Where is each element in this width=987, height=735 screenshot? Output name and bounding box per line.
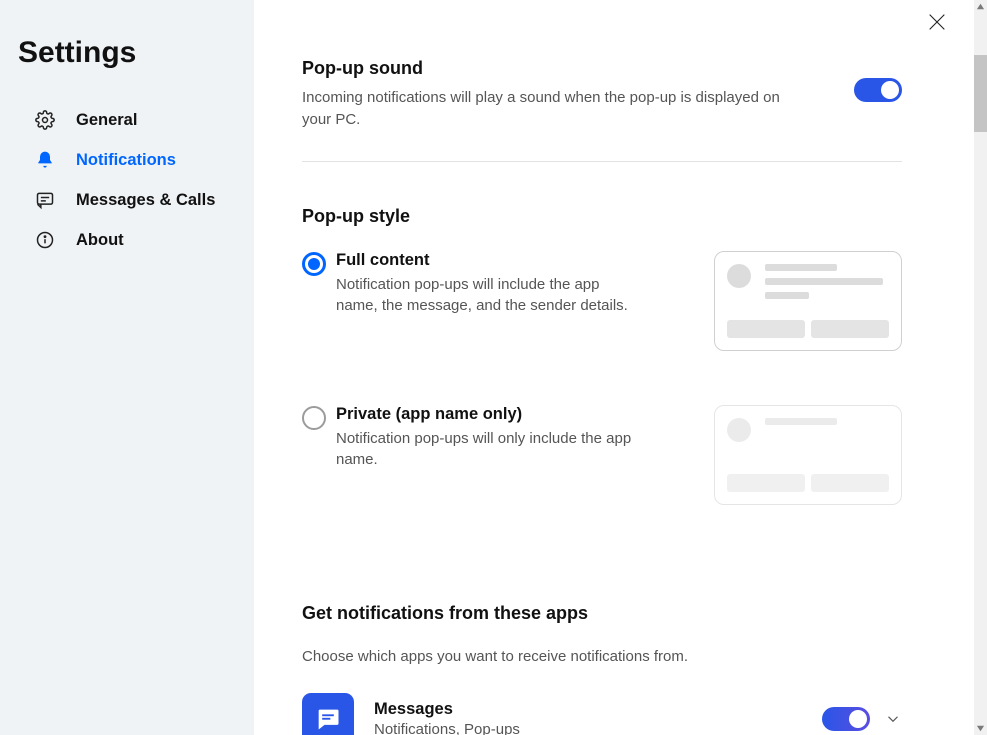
main-content: Pop-up sound Incoming notifications will… (254, 0, 974, 735)
sidebar-item-label: About (76, 231, 124, 250)
app-sub: Notifications, Pop-ups (374, 721, 822, 735)
sidebar-item-general[interactable]: General (0, 100, 254, 140)
sidebar: Settings General Notifications Messages … (0, 0, 254, 735)
apps-section-title: Get notifications from these apps (302, 603, 902, 624)
sidebar-item-label: General (76, 111, 137, 130)
app-name: Messages (374, 700, 822, 719)
radio-private[interactable] (302, 406, 326, 430)
caret-up-icon (976, 2, 985, 11)
popup-sound-title: Pop-up sound (302, 58, 784, 79)
radio-desc: Notification pop-ups will only include t… (336, 428, 636, 472)
chevron-down-icon (884, 710, 902, 728)
apps-section-desc: Choose which apps you want to receive no… (302, 648, 902, 665)
sidebar-item-messages-calls[interactable]: Messages & Calls (0, 180, 254, 220)
info-icon (34, 229, 56, 251)
close-icon (926, 11, 948, 33)
popup-style-option-full: Full content Notification pop-ups will i… (302, 251, 902, 351)
popup-sound-row: Pop-up sound Incoming notifications will… (302, 0, 902, 162)
radio-title: Private (app name only) (336, 405, 636, 424)
preview-full-content (714, 251, 902, 351)
radio-title: Full content (336, 251, 636, 270)
close-button[interactable] (926, 11, 948, 33)
popup-style-section: Pop-up style Full content Notification p… (302, 162, 902, 505)
sidebar-item-notifications[interactable]: Notifications (0, 140, 254, 180)
sidebar-item-label: Notifications (76, 151, 176, 170)
popup-sound-toggle[interactable] (854, 78, 902, 102)
chat-icon (34, 189, 56, 211)
radio-full-content[interactable] (302, 252, 326, 276)
scroll-down-button[interactable] (974, 722, 987, 735)
expand-app-button[interactable] (884, 710, 902, 728)
popup-style-title: Pop-up style (302, 206, 902, 227)
messages-app-icon (302, 693, 354, 735)
scroll-up-button[interactable] (974, 0, 987, 13)
caret-down-icon (976, 724, 985, 733)
scrollbar-thumb[interactable] (974, 55, 987, 132)
vertical-scrollbar[interactable] (974, 0, 987, 735)
preview-private (714, 405, 902, 505)
popup-sound-desc: Incoming notifications will play a sound… (302, 87, 784, 131)
sidebar-item-label: Messages & Calls (76, 191, 215, 210)
apps-section: Get notifications from these apps Choose… (302, 559, 902, 735)
app-messages-toggle[interactable] (822, 707, 870, 731)
bell-icon (34, 149, 56, 171)
radio-desc: Notification pop-ups will include the ap… (336, 274, 636, 318)
gear-icon (34, 109, 56, 131)
popup-style-option-private: Private (app name only) Notification pop… (302, 405, 902, 505)
sidebar-item-about[interactable]: About (0, 220, 254, 260)
sidebar-title: Settings (0, 36, 254, 70)
app-row-messages: Messages Notifications, Pop-ups (302, 693, 902, 735)
